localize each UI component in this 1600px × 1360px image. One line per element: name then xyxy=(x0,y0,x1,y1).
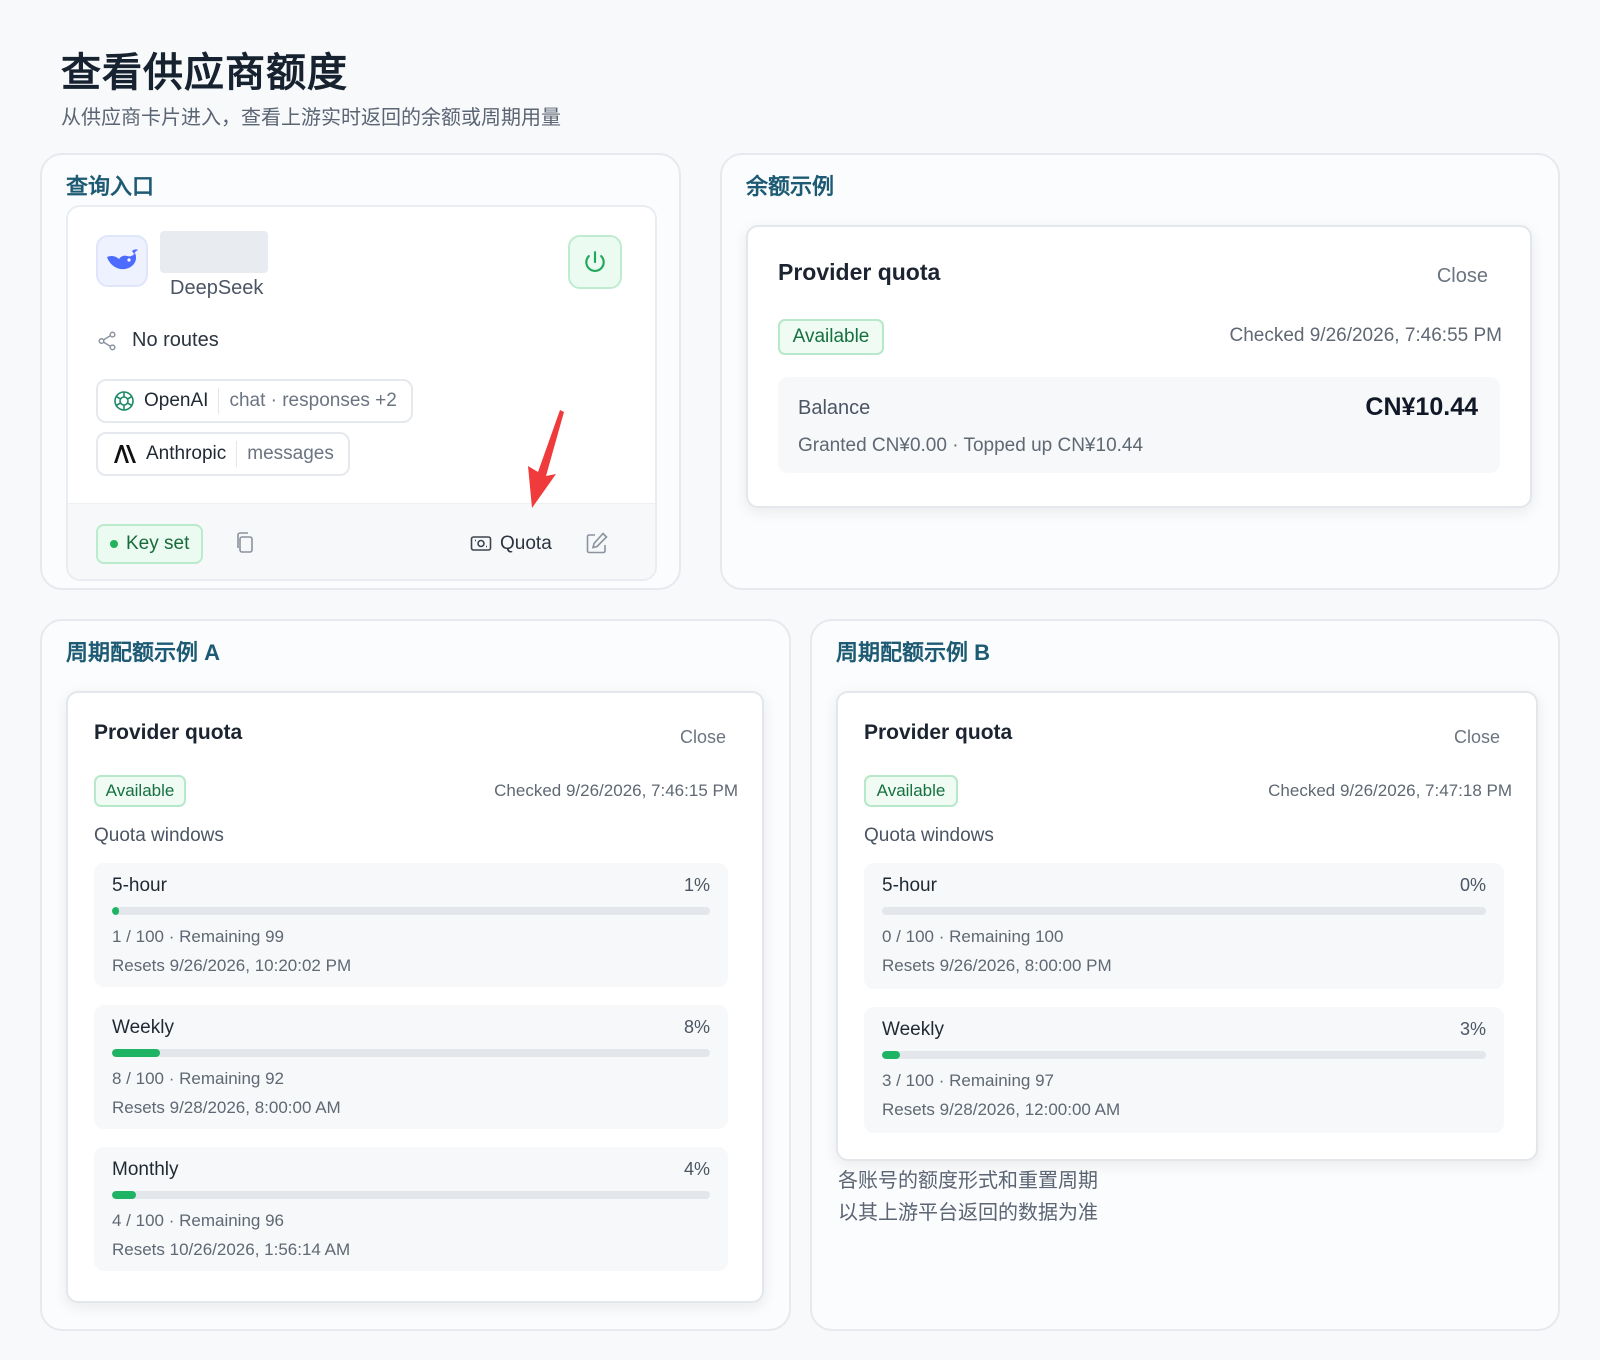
routes-row: No routes xyxy=(96,329,219,352)
window-reset: Resets 10/26/2026, 1:56:14 AM xyxy=(112,1240,351,1259)
footnote-line: 各账号的额度形式和重置周期 xyxy=(838,1170,1098,1192)
quota-windows-label: Quota windows xyxy=(864,825,994,846)
chip-capabilities: chat · responses +2 xyxy=(229,390,397,411)
provider-quota-dialog: Provider quota Close Available Checked 9… xyxy=(746,225,1532,508)
usage-bar-fill xyxy=(112,1049,160,1057)
quota-windows-label: Quota windows xyxy=(94,825,224,846)
window-reset: Resets 9/28/2026, 12:00:00 AM xyxy=(882,1100,1121,1119)
card-footer: Key set Quota xyxy=(68,503,655,579)
balance-example-panel: 余额示例 Provider quota Close Available Chec… xyxy=(720,153,1560,590)
window-name: Weekly xyxy=(112,1017,174,1038)
routes-text: No routes xyxy=(132,329,219,351)
window-name: Monthly xyxy=(112,1159,179,1180)
chip-capabilities: messages xyxy=(247,443,334,464)
provider-quota-dialog: Provider quota Close Available Checked 9… xyxy=(836,691,1538,1161)
window-percent: 8% xyxy=(683,1017,710,1037)
window-reset: Resets 9/28/2026, 8:00:00 AM xyxy=(112,1098,341,1117)
power-icon xyxy=(585,251,605,272)
balance-label: Balance xyxy=(798,397,871,419)
window-percent: 0% xyxy=(1459,875,1486,895)
usage-bar-fill xyxy=(112,1191,136,1199)
footnote-line: 以其上游平台返回的数据为准 xyxy=(838,1202,1098,1224)
panel-title: 查询入口 xyxy=(66,174,155,199)
window-usage: 3 / 100 · Remaining 97 xyxy=(882,1071,1054,1090)
panel-title: 周期配额示例 A xyxy=(66,640,221,665)
window-usage: 4 / 100 · Remaining 96 xyxy=(112,1211,284,1230)
window-name: Weekly xyxy=(882,1019,944,1040)
share-icon xyxy=(98,331,116,350)
usage-bar-track xyxy=(882,1051,1486,1059)
openai-icon xyxy=(114,391,134,411)
chip-brand-label: Anthropic xyxy=(146,443,227,464)
dialog-title: Provider quota xyxy=(864,721,1013,744)
usage-bar-fill xyxy=(112,907,120,915)
cycle-quota-a-panel: 周期配额示例 A Provider quota Close Available … xyxy=(40,619,791,1331)
page-subtitle: 从供应商卡片进入，查看上游实时返回的余额或周期用量 xyxy=(61,107,561,129)
balance-value: CN¥10.44 xyxy=(1365,393,1478,421)
provider-name-placeholder xyxy=(160,231,268,273)
status-badge: Available xyxy=(778,319,884,355)
chip-brand-label: OpenAI xyxy=(144,390,209,411)
window-reset: Resets 9/26/2026, 8:00:00 PM xyxy=(882,956,1112,975)
usage-bar-track xyxy=(882,907,1486,915)
red-arrow-icon xyxy=(528,410,564,508)
panel-title: 周期配额示例 B xyxy=(836,640,991,665)
balance-box: Balance CN¥10.44 Granted CN¥0.00 · Toppe… xyxy=(778,377,1500,473)
provider-quota-dialog: Provider quota Close Available Checked 9… xyxy=(66,691,764,1303)
quota-window-monthly: Monthly 4% 4 / 100 · Remaining 96 Resets… xyxy=(94,1147,728,1271)
quota-label: Quota xyxy=(500,533,552,554)
window-name: 5-hour xyxy=(112,875,167,896)
key-status-badge: Key set xyxy=(96,524,204,564)
key-status-label: Key set xyxy=(126,533,190,554)
checked-timestamp: Checked 9/26/2026, 7:46:55 PM xyxy=(1229,325,1502,346)
usage-bar-track xyxy=(112,907,710,915)
window-usage: 1 / 100 · Remaining 99 xyxy=(112,927,284,946)
checked-timestamp: Checked 9/26/2026, 7:47:18 PM xyxy=(1268,781,1512,800)
provider-card[interactable]: DeepSeek No routes OpenAI chat · respons… xyxy=(66,205,657,581)
balance-detail: Granted CN¥0.00 · Topped up CN¥10.44 xyxy=(798,435,1144,456)
openai-chip[interactable]: OpenAI chat · responses +2 xyxy=(96,379,413,423)
quota-window-weekly: Weekly 3% 3 / 100 · Remaining 97 Resets … xyxy=(864,1007,1504,1133)
window-name: 5-hour xyxy=(882,875,937,896)
usage-bar-fill xyxy=(882,1051,901,1059)
window-reset: Resets 9/26/2026, 10:20:02 PM xyxy=(112,956,352,975)
window-percent: 1% xyxy=(683,875,710,895)
quota-window-5-hour: 5-hour 0% 0 / 100 · Remaining 100 Resets… xyxy=(864,863,1504,989)
window-usage: 0 / 100 · Remaining 100 xyxy=(882,927,1064,946)
footnote: 各账号的额度形式和重置周期 以其上游平台返回的数据为准 xyxy=(838,1165,1098,1229)
panel-title: 余额示例 xyxy=(746,174,835,199)
quota-button[interactable]: Quota xyxy=(470,526,552,562)
close-button[interactable]: Close xyxy=(1454,727,1500,748)
close-button[interactable]: Close xyxy=(1437,265,1488,288)
close-button[interactable]: Close xyxy=(680,727,726,748)
window-usage: 8 / 100 · Remaining 92 xyxy=(112,1069,284,1088)
power-toggle-button[interactable] xyxy=(568,235,622,289)
deepseek-logo-icon xyxy=(96,235,148,287)
usage-bar-track xyxy=(112,1191,710,1199)
copy-button[interactable] xyxy=(230,528,260,558)
quota-window-5-hour: 5-hour 1% 1 / 100 · Remaining 99 Resets … xyxy=(94,863,728,987)
quota-icon xyxy=(470,536,492,551)
window-percent: 3% xyxy=(1459,1019,1486,1039)
usage-bar-track xyxy=(112,1049,710,1057)
anthropic-icon xyxy=(114,445,136,463)
provider-name: DeepSeek xyxy=(170,277,264,299)
page-title: 查看供应商额度 xyxy=(61,51,348,95)
dialog-title: Provider quota xyxy=(778,259,941,285)
copy-icon xyxy=(237,532,253,553)
edit-button[interactable] xyxy=(580,526,614,560)
edit-icon xyxy=(586,532,608,554)
window-percent: 4% xyxy=(683,1159,710,1179)
dialog-title: Provider quota xyxy=(94,721,243,744)
anthropic-chip[interactable]: Anthropic messages xyxy=(96,432,350,476)
status-badge: Available xyxy=(864,775,958,807)
status-badge: Available xyxy=(94,775,186,807)
query-entry-panel: 查询入口 DeepSeek No routes OpenAI chat · re… xyxy=(40,153,681,590)
status-dot-icon xyxy=(110,540,118,548)
checked-timestamp: Checked 9/26/2026, 7:46:15 PM xyxy=(494,781,738,800)
quota-window-weekly: Weekly 8% 8 / 100 · Remaining 92 Resets … xyxy=(94,1005,728,1129)
